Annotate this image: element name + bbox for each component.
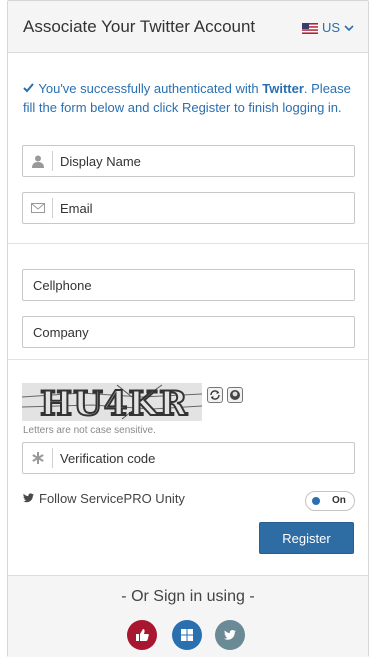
audio-captcha-icon[interactable] <box>227 387 243 403</box>
company-placeholder: Company <box>33 324 89 340</box>
follow-label: Follow ServicePRO Unity <box>39 491 185 506</box>
email-field[interactable]: Email <box>22 192 355 224</box>
refresh-captcha-icon[interactable] <box>207 387 223 403</box>
cellphone-placeholder: Cellphone <box>33 277 92 293</box>
captcha-image: HU4KR <box>22 383 202 421</box>
display-name-field[interactable]: Display Name <box>22 145 355 177</box>
panel-header: Associate Your Twitter Account US <box>8 1 368 53</box>
captcha-hint: Letters are not case sensitive. <box>23 425 156 436</box>
thumbs-up-icon[interactable] <box>127 620 157 650</box>
follow-toggle[interactable]: On <box>305 491 355 511</box>
or-sign-in-label: - Or Sign in using - <box>121 588 255 605</box>
twitter-icon[interactable] <box>215 620 245 650</box>
social-footer: - Or Sign in using - <box>8 575 368 657</box>
page-title: Associate Your Twitter Account <box>23 17 256 36</box>
company-field[interactable]: Company <box>22 316 355 348</box>
language-label: US <box>321 20 340 35</box>
verification-code-placeholder: Verification code <box>60 450 156 466</box>
windows-icon[interactable] <box>172 620 202 650</box>
twitter-icon <box>23 491 34 506</box>
verification-code-field[interactable]: Verification code <box>22 442 355 474</box>
section-divider <box>8 243 368 244</box>
toggle-label: On <box>332 495 346 506</box>
register-button[interactable]: Register <box>259 522 354 554</box>
display-name-placeholder: Display Name <box>60 153 141 169</box>
email-placeholder: Email <box>60 200 93 216</box>
signup-panel: Associate Your Twitter Account US You've… <box>7 0 369 657</box>
check-icon <box>23 79 35 98</box>
message-provider: Twitter <box>262 81 304 96</box>
user-icon <box>23 151 53 171</box>
chevron-down-icon <box>344 20 354 35</box>
envelope-icon <box>23 198 53 218</box>
language-selector[interactable]: US <box>301 20 354 35</box>
asterisk-icon <box>23 448 53 468</box>
us-flag-icon <box>301 22 318 34</box>
cellphone-field[interactable]: Cellphone <box>22 269 355 301</box>
toggle-knob <box>312 497 320 505</box>
section-divider <box>8 359 368 360</box>
auth-success-message: You've successfully authenticated with T… <box>23 79 358 117</box>
captcha-text: HU4KR <box>40 384 188 421</box>
follow-option: Follow ServicePRO Unity <box>23 491 185 506</box>
message-prefix: You've successfully authenticated with <box>38 81 263 96</box>
